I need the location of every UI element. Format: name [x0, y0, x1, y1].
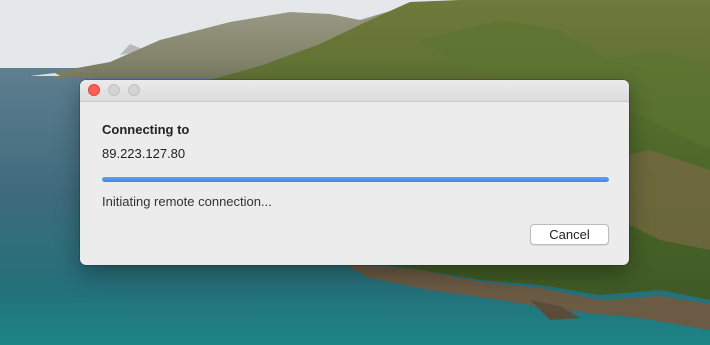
desktop: Connecting to 89.223.127.80 Initiating r… [0, 0, 710, 345]
host-address: 89.223.127.80 [102, 146, 186, 161]
close-window-button[interactable] [88, 84, 100, 96]
minimize-window-button [108, 84, 120, 96]
status-text: Initiating remote connection... [102, 194, 272, 209]
connection-dialog: Connecting to 89.223.127.80 Initiating r… [80, 80, 629, 265]
progress-bar-fill [102, 177, 609, 182]
title-bar[interactable] [80, 80, 629, 102]
cancel-button[interactable]: Cancel [530, 224, 609, 245]
progress-bar [102, 177, 609, 182]
zoom-window-button [128, 84, 140, 96]
connecting-heading: Connecting to [102, 122, 190, 137]
